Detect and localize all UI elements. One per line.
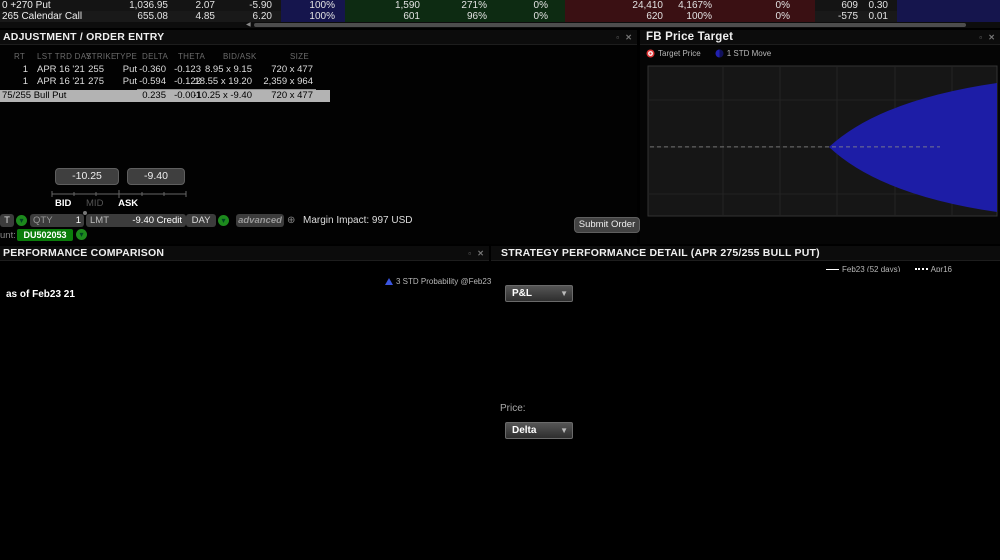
position-cell: 100% xyxy=(265,0,335,11)
order-side-select[interactable]: T xyxy=(0,214,14,227)
fb-price-chart[interactable] xyxy=(640,30,1000,244)
order-leg-cell: 18.55 x 19.20 xyxy=(186,76,252,88)
tif-select[interactable]: DAY xyxy=(186,214,216,227)
position-cell: 100% xyxy=(265,11,335,22)
summary-separator xyxy=(137,89,316,90)
order-entry-title-text: ADJUSTMENT / ORDER ENTRY xyxy=(3,31,164,43)
position-cell: -5.90 xyxy=(202,0,272,11)
order-leg-cell: 1 xyxy=(0,64,28,76)
tif-dropdown-icon[interactable]: ▾ xyxy=(218,215,229,226)
position-cell: 96% xyxy=(417,11,487,22)
position-cell: 1,590 xyxy=(350,0,420,11)
panel-order-entry: ADJUSTMENT / ORDER ENTRY ▫ ✕ RT LST TRD D… xyxy=(0,30,637,244)
order-leg-row[interactable]: 1APR 16 '21275Put-0.594-0.12218.55 x 19.… xyxy=(0,76,330,88)
order-leg-cell: 1 xyxy=(0,76,28,88)
column-header: BID/ASK xyxy=(223,52,257,61)
column-header: DELTA xyxy=(142,52,168,61)
bid-price-button[interactable]: -10.25 xyxy=(55,168,119,185)
position-cell: 0.01 xyxy=(818,11,888,22)
advanced-button[interactable]: advanced xyxy=(236,214,284,227)
order-leg-cell: 8.95 x 9.15 xyxy=(186,64,252,76)
column-header: SIZE xyxy=(290,52,309,61)
advanced-plus-icon[interactable]: ⊕ xyxy=(287,215,295,226)
position-cell: 0% xyxy=(478,0,548,11)
close-icon[interactable]: ✕ xyxy=(625,33,634,42)
cell-band xyxy=(897,11,1000,22)
panel-strategy-detail: STRATEGY PERFORMANCE DETAIL (APR 275/255… xyxy=(491,246,1000,560)
order-summary-cell: -10.25 x -9.40 xyxy=(172,90,252,102)
order-summary-cell: 720 x 477 xyxy=(253,90,313,102)
cell-band xyxy=(897,0,1000,11)
scrollbar-thumb[interactable] xyxy=(254,23,966,27)
position-cell: 0% xyxy=(720,0,790,11)
horizontal-scrollbar[interactable]: ◀ xyxy=(0,22,1000,28)
position-cell: 0.30 xyxy=(818,0,888,11)
column-header: RT xyxy=(14,52,25,61)
quantity-stepper[interactable]: QTY 1 xyxy=(30,214,84,227)
ask-price-button[interactable]: -9.40 xyxy=(127,168,185,185)
position-cell: 6.20 xyxy=(202,11,272,22)
price-ruler[interactable] xyxy=(50,190,190,198)
strategy-detail-charts[interactable] xyxy=(491,246,1000,560)
panel-price-target: FB Price Target ▫ ✕ Target Price 1 STD M… xyxy=(640,30,1000,244)
order-leg-row[interactable]: 1APR 16 '21255Put-0.360-0.1238.95 x 9.15… xyxy=(0,64,330,76)
order-leg-cell: 720 x 477 xyxy=(247,64,313,76)
account-value[interactable]: DU502053 xyxy=(17,229,73,241)
position-row-label: 265 Calendar Call xyxy=(2,11,82,22)
positions-strip: 0 +270 Put1,036.952.07-5.90100%1,590271%… xyxy=(0,0,1000,22)
column-header: TYPE xyxy=(115,52,137,61)
position-cell: 100% xyxy=(642,11,712,22)
order-type-price[interactable]: LMT -9.40 Credit xyxy=(86,214,186,227)
mid-anchor-label[interactable]: MID xyxy=(86,198,103,209)
performance-comparison-chart[interactable] xyxy=(0,246,489,560)
position-cell: 271% xyxy=(417,0,487,11)
position-cell: 0% xyxy=(478,11,548,22)
scrollbar-left-arrow-icon[interactable]: ◀ xyxy=(246,22,251,28)
bid-anchor-label[interactable]: BID xyxy=(55,198,71,209)
panel-performance-comparison: PERFORMANCE COMPARISON ▫ ✕ 3 STD Probabi… xyxy=(0,246,489,560)
order-entry-table: RT LST TRD DAYSTRIKETYPE DELTA THETA BID/ASK… xyxy=(0,48,637,128)
column-header: THETA xyxy=(178,52,205,61)
submit-order-button[interactable]: Submit Order xyxy=(574,217,640,233)
options-trading-workspace: 0 +270 Put1,036.952.07-5.90100%1,590271%… xyxy=(0,0,1000,560)
position-cell: 601 xyxy=(350,11,420,22)
position-cell: 0% xyxy=(720,11,790,22)
position-cell: 4,167% xyxy=(642,0,712,11)
position-row-label: 0 +270 Put xyxy=(2,0,51,11)
order-leg-cell: 2,359 x 964 xyxy=(247,76,313,88)
order-entry-title: ADJUSTMENT / ORDER ENTRY ▫ ✕ xyxy=(0,30,637,45)
ask-anchor-label[interactable]: ASK xyxy=(118,198,138,209)
account-dropdown-icon[interactable]: ▾ xyxy=(76,229,87,240)
column-header: STRIKE xyxy=(86,52,117,61)
column-header: LST TRD DAY xyxy=(37,52,91,61)
order-summary-row[interactable]: 75/255 Bull Put0.235-0.001-10.25 x -9.40… xyxy=(0,90,330,102)
panel-options-icon[interactable]: ▫ xyxy=(616,33,621,42)
side-dropdown-icon[interactable]: ▾ xyxy=(16,215,27,226)
order-summary-label: 75/255 Bull Put xyxy=(2,90,66,102)
account-label: unt: xyxy=(0,230,16,241)
margin-impact: Margin Impact: 997 USD xyxy=(303,215,413,226)
